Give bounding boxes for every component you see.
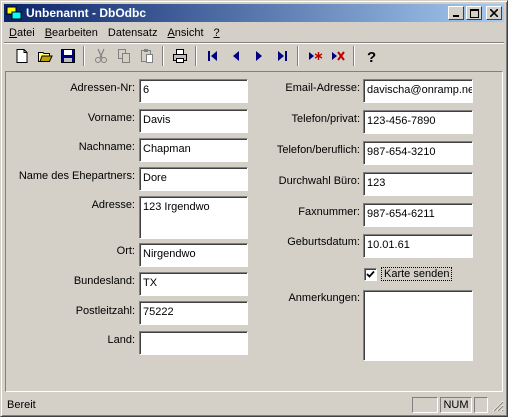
toolbar: ? <box>4 44 504 68</box>
anmerkungen-field[interactable] <box>363 290 473 361</box>
resize-grip[interactable] <box>490 398 504 412</box>
email-field[interactable]: davischa@onramp.ne <box>363 79 473 103</box>
paste-icon[interactable] <box>135 45 158 67</box>
geburtsdatum-field[interactable]: 10.01.61 <box>363 234 473 258</box>
karte-senden-checkbox[interactable] <box>364 267 377 281</box>
label-telefon-beruflich: Telefon/beruflich: <box>276 144 360 156</box>
label-adresse: Adresse: <box>91 199 135 211</box>
menu-ansicht[interactable]: Ansicht <box>162 27 208 39</box>
status-text: Bereit <box>7 398 36 411</box>
postleitzahl-field[interactable]: 75222 <box>139 301 248 325</box>
cut-icon[interactable] <box>89 45 112 67</box>
menu-bearbeiten[interactable]: Bearbeiten <box>40 27 103 39</box>
label-durchwahl: Durchwahl Büro: <box>278 175 360 187</box>
telefon-privat-field[interactable]: 123-456-7890 <box>363 110 473 134</box>
status-pane-empty <box>412 396 438 413</box>
menu-datensatz[interactable]: Datensatz <box>103 27 163 39</box>
label-adressen-nr: Adressen-Nr: <box>70 82 135 94</box>
help-icon[interactable]: ? <box>359 45 382 67</box>
telefon-beruflich-field[interactable]: 987-654-3210 <box>363 141 473 165</box>
bundesland-field[interactable]: TX <box>139 272 248 296</box>
form-area: Adressen-Nr: 6 Vorname: Davis Nachname: … <box>5 71 503 392</box>
new-record-icon[interactable] <box>303 45 326 67</box>
karte-senden-label[interactable]: Karte senden <box>381 267 453 281</box>
title-bar[interactable]: Unbenannt - DbOdbc <box>4 4 504 22</box>
last-record-icon[interactable] <box>270 45 293 67</box>
maximize-button[interactable] <box>466 6 482 20</box>
prev-record-icon[interactable] <box>224 45 247 67</box>
adresse-field[interactable]: 123 Irgendwo <box>139 196 248 239</box>
new-icon[interactable] <box>10 45 33 67</box>
toolbar-separator <box>162 46 164 66</box>
menu-bar: Datei Bearbeiten Datensatz Ansicht ? <box>4 23 504 42</box>
app-icon[interactable] <box>6 5 22 21</box>
label-email: Email-Adresse: <box>285 82 360 94</box>
save-icon[interactable] <box>56 45 79 67</box>
adressen-nr-field[interactable]: 6 <box>139 79 248 103</box>
label-nachname: Nachname: <box>78 141 135 153</box>
status-pane-scroll <box>474 396 488 413</box>
faxnummer-field[interactable]: 987-654-6211 <box>363 203 473 227</box>
label-faxnummer: Faxnummer: <box>298 206 360 218</box>
svg-text:?: ? <box>367 49 376 64</box>
open-icon[interactable] <box>33 45 56 67</box>
print-icon[interactable] <box>168 45 191 67</box>
label-ort: Ort: <box>116 245 135 257</box>
menu-help[interactable]: ? <box>209 27 225 39</box>
status-num: NUM <box>440 396 472 413</box>
next-record-icon[interactable] <box>247 45 270 67</box>
toolbar-separator <box>353 46 355 66</box>
label-land: Land: <box>107 334 135 346</box>
vorname-field[interactable]: Davis <box>139 109 248 133</box>
first-record-icon[interactable] <box>201 45 224 67</box>
karte-senden-checkbox-row[interactable]: Karte senden <box>364 267 453 281</box>
toolbar-separator <box>83 46 85 66</box>
copy-icon[interactable] <box>112 45 135 67</box>
toolbar-separator <box>195 46 197 66</box>
app-window: Unbenannt - DbOdbc Datei Bearbeiten Date… <box>0 0 508 417</box>
nachname-field[interactable]: Chapman <box>139 138 248 162</box>
ehepartner-field[interactable]: Dore <box>139 167 248 191</box>
toolbar-separator <box>297 46 299 66</box>
menu-datei[interactable]: Datei <box>4 27 40 39</box>
land-field[interactable] <box>139 331 248 355</box>
label-bundesland: Bundesland: <box>73 275 135 287</box>
label-telefon-privat: Telefon/privat: <box>291 113 360 125</box>
close-button[interactable] <box>486 6 502 20</box>
durchwahl-field[interactable]: 123 <box>363 172 473 196</box>
label-ehepartner: Name des Ehepartners: <box>18 170 135 182</box>
label-anmerkungen: Anmerkungen: <box>288 292 360 304</box>
minimize-button[interactable] <box>448 6 464 20</box>
label-postleitzahl: Postleitzahl: <box>75 305 135 317</box>
label-vorname: Vorname: <box>87 112 135 124</box>
label-geburtsdatum: Geburtsdatum: <box>287 236 360 248</box>
delete-record-icon[interactable] <box>326 45 349 67</box>
ort-field[interactable]: Nirgendwo <box>139 243 248 267</box>
window-title: Unbenannt - DbOdbc <box>26 6 146 20</box>
status-bar: Bereit NUM <box>4 395 504 414</box>
